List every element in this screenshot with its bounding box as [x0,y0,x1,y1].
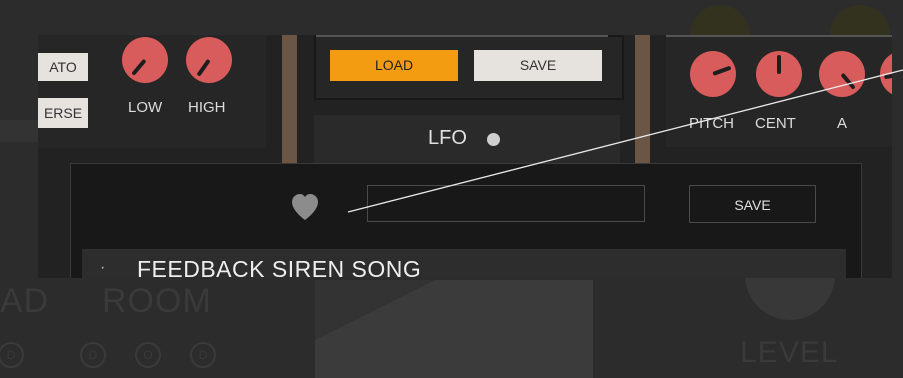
overlay-line [347,69,903,213]
